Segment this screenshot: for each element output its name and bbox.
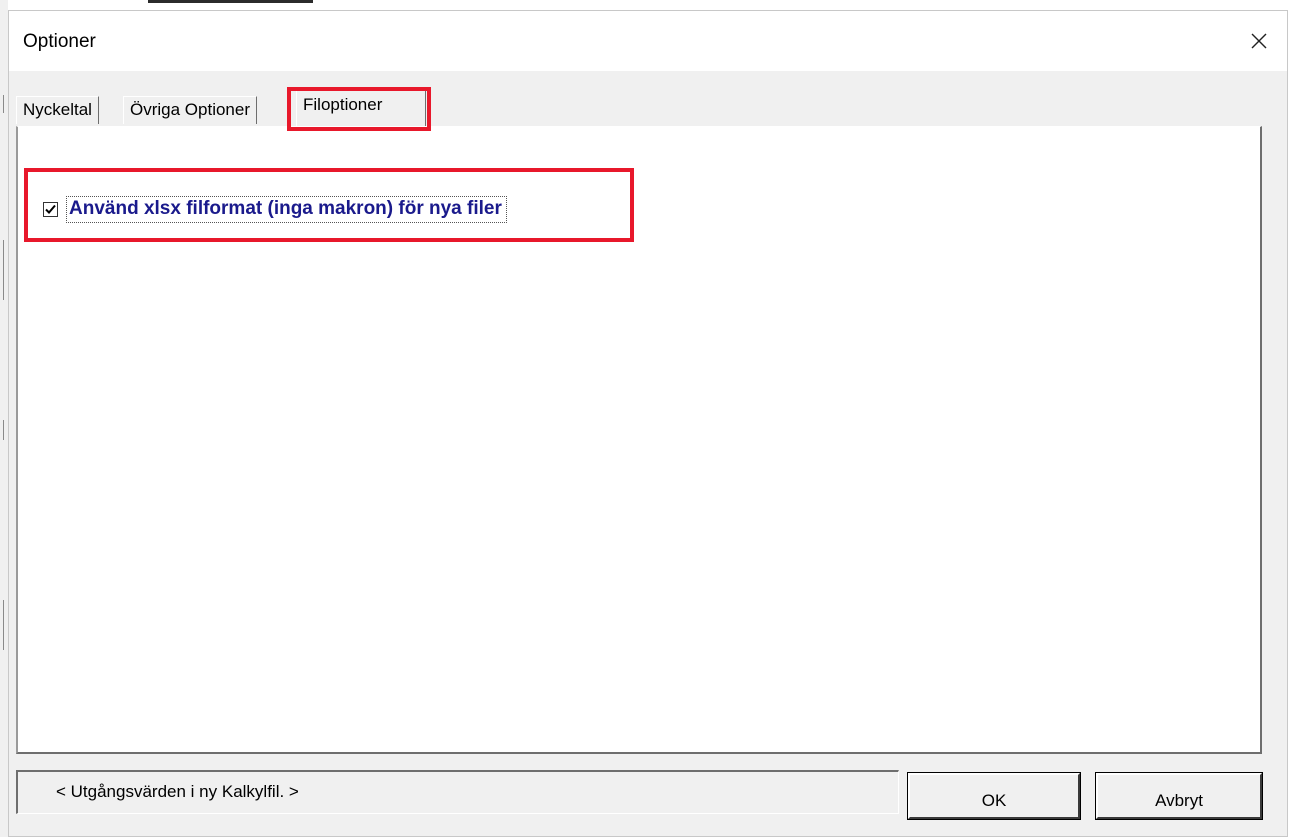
background-window-edge-left [0,0,8,837]
cancel-button-label: Avbryt [1155,791,1203,810]
tab-ovriga-optioner[interactable]: Övriga Optioner [123,96,257,124]
xlsx-format-checkbox[interactable] [43,201,58,217]
background-window-edge [148,0,313,3]
window-title: Optioner [23,31,96,52]
tab-filoptioner[interactable]: Filoptioner [296,88,426,126]
tab-label: Nyckeltal [23,100,92,119]
title-bar: Optioner [9,11,1287,71]
tab-label: Övriga Optioner [130,100,250,119]
tab-label: Filoptioner [303,95,383,114]
close-icon [1251,33,1267,49]
xlsx-option-row[interactable]: Använd xlsx filformat (inga makron) för … [43,192,507,226]
options-dialog-screen: Optioner Nyckeltal Övriga Optioner Filop… [0,0,1290,837]
checkmark-icon [45,204,56,214]
close-button[interactable] [1231,11,1287,71]
ok-button-label: OK [981,791,1007,810]
xlsx-format-label[interactable]: Använd xlsx filformat (inga makron) för … [66,195,507,223]
ok-button[interactable]: OK [907,772,1081,820]
status-field: < Utgångsvärden i ny Kalkylfil. > [16,770,899,814]
cancel-button[interactable]: Avbryt [1095,772,1263,820]
tab-nyckeltal[interactable]: Nyckeltal [16,96,99,124]
